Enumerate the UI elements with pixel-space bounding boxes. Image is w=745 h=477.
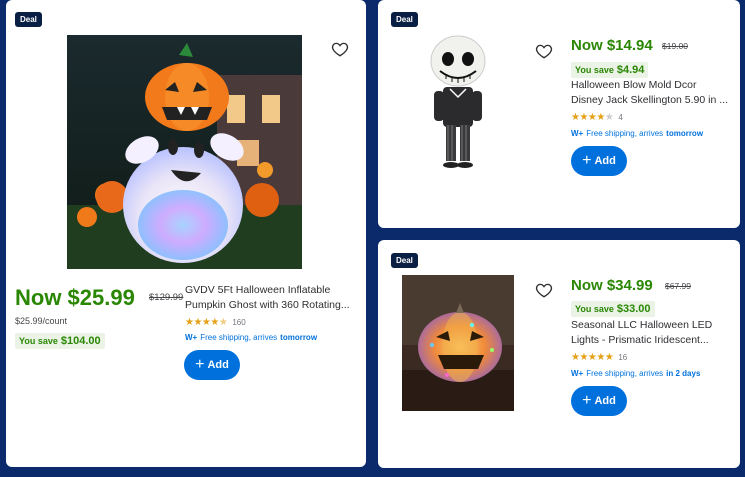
star-rating-icon: ★★★★★: [571, 111, 614, 123]
product-title[interactable]: GVDV 5Ft Halloween Inflatable Pumpkin Gh…: [185, 283, 357, 313]
shipping-text: Free shipping, arrives: [200, 333, 278, 342]
add-button-label: Add: [594, 395, 616, 407]
walmart-plus-icon: W+: [571, 369, 584, 378]
you-save-amount: $33.00: [616, 303, 651, 315]
review-count: 160: [232, 317, 246, 327]
shipping-text: Free shipping, arrives: [586, 129, 664, 138]
iridescent-pumpkin-image[interactable]: [402, 275, 514, 411]
shipping-when: in 2 days: [666, 369, 701, 378]
favorite-heart-icon[interactable]: [535, 42, 553, 60]
unit-price: $25.99/count: [15, 316, 68, 326]
current-price: Now $25.99: [15, 285, 135, 310]
you-save-label: You save: [575, 65, 614, 75]
product-card[interactable]: Deal Now $34.99 $67.99 You save $33.00 Se…: [378, 240, 740, 468]
you-save-label: You save: [19, 336, 58, 346]
plus-icon: +: [582, 392, 592, 409]
plus-icon: +: [195, 356, 205, 373]
shipping-text: Free shipping, arrives: [586, 369, 664, 378]
product-title-line: Seasonal LLC Halloween LED: [571, 319, 713, 331]
review-count: 16: [618, 352, 628, 362]
product-title-line: Lights - Prismatic Iridescent...: [571, 334, 709, 346]
star-rating-icon: ★★★★★: [185, 316, 228, 328]
walmart-plus-icon: W+: [185, 333, 198, 342]
product-title[interactable]: Seasonal LLC Halloween LED Lights - Pris…: [571, 318, 731, 348]
rating: ★★★★★ 4: [571, 111, 623, 123]
favorite-heart-icon[interactable]: [535, 281, 553, 299]
current-price: Now $34.99: [571, 277, 653, 294]
review-count: 4: [618, 112, 623, 122]
you-save-badge: You save $4.94: [571, 62, 649, 78]
you-save-badge: You save $104.00: [15, 333, 105, 349]
rating: ★★★★★ 16: [571, 351, 627, 363]
add-to-cart-button[interactable]: + Add: [571, 146, 627, 176]
original-price: $19.00: [662, 41, 688, 51]
product-title-line: Halloween Blow Mold Dcor: [571, 79, 697, 91]
star-rating-icon: ★★★★★: [571, 351, 614, 363]
add-to-cart-button[interactable]: + Add: [571, 386, 627, 416]
product-card[interactable]: Deal Now $14.94 $19.00 You save $4.94 Hal…: [378, 0, 740, 228]
current-price: Now $14.94: [571, 37, 653, 54]
favorite-heart-icon[interactable]: [331, 40, 349, 58]
add-button-label: Add: [207, 359, 229, 371]
original-price: $67.99: [665, 281, 691, 291]
shipping-when: tomorrow: [280, 333, 318, 342]
walmart-plus-icon: W+: [571, 129, 584, 138]
shipping-info: W+ Free shipping, arrives tomorrow: [185, 333, 317, 342]
you-save-badge: You save $33.00: [571, 301, 655, 317]
inflatable-pumpkin-ghost-image[interactable]: [67, 35, 302, 269]
product-title-line: GVDV 5Ft Halloween Inflatable: [185, 284, 331, 296]
add-button-label: Add: [594, 155, 616, 167]
deal-badge: Deal: [391, 253, 418, 268]
rating: ★★★★★ 160: [185, 316, 246, 328]
product-title[interactable]: Halloween Blow Mold Dcor Disney Jack Ske…: [571, 78, 731, 108]
add-to-cart-button[interactable]: + Add: [184, 350, 240, 380]
original-price: $129.99: [149, 292, 184, 303]
plus-icon: +: [582, 152, 592, 169]
you-save-label: You save: [575, 304, 614, 314]
product-title-line: Disney Jack Skellington 5.90 in ...: [571, 94, 728, 106]
you-save-amount: $4.94: [616, 64, 645, 76]
jack-skellington-image[interactable]: [426, 35, 490, 171]
product-card[interactable]: Deal Now $25.99 $129.99 $25.99/count You…: [6, 0, 366, 467]
shipping-when: tomorrow: [666, 129, 704, 138]
shipping-info: W+ Free shipping, arrives in 2 days: [571, 369, 700, 378]
product-title-line: Pumpkin Ghost with 360 Rotating...: [185, 299, 350, 311]
shipping-info: W+ Free shipping, arrives tomorrow: [571, 129, 703, 138]
you-save-amount: $104.00: [60, 335, 101, 347]
deal-badge: Deal: [15, 12, 42, 27]
deal-badge: Deal: [391, 12, 418, 27]
